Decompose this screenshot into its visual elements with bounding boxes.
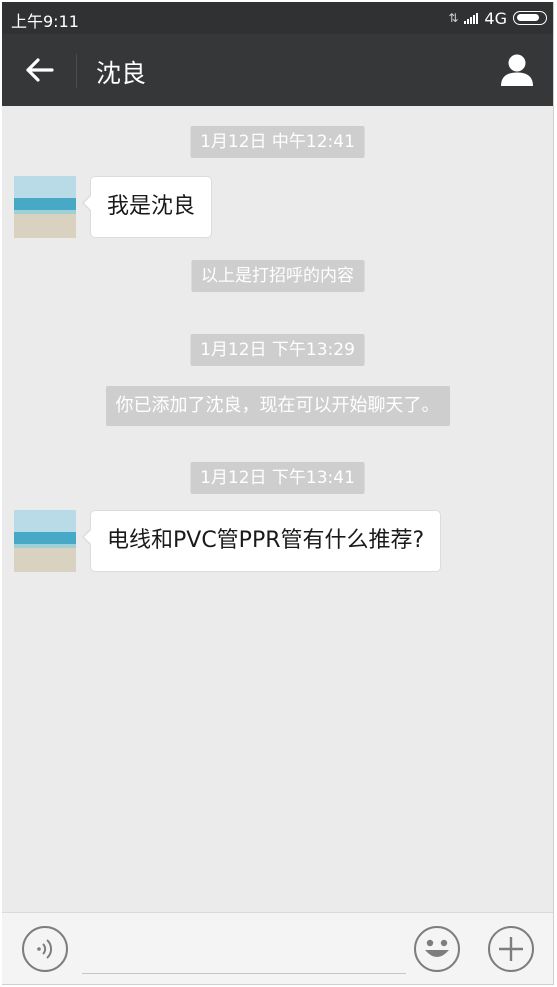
more-button[interactable] <box>488 926 534 972</box>
plus-icon <box>499 937 523 961</box>
status-indicators: ⇅ 4G <box>448 8 547 28</box>
message-input[interactable] <box>82 927 406 974</box>
timestamp-pill: 1月12日 下午13:29 <box>190 334 365 366</box>
battery-icon <box>513 11 547 25</box>
voice-icon <box>37 939 53 959</box>
avatar[interactable] <box>14 176 76 238</box>
profile-button[interactable] <box>497 50 537 90</box>
timestamp-pill: 1月12日 下午13:41 <box>190 462 365 494</box>
status-bar: 上午9:11 ⇅ 4G <box>2 2 553 34</box>
emoji-button[interactable] <box>414 926 460 972</box>
smiley-icon <box>425 939 449 957</box>
back-arrow-icon <box>26 58 54 82</box>
signal-icon <box>464 12 479 24</box>
system-notice: 你已添加了沈良，现在可以开始聊天了。 <box>105 386 450 426</box>
back-button[interactable] <box>18 48 62 92</box>
input-bar <box>2 912 553 984</box>
beach-avatar-image <box>14 176 76 238</box>
network-type: 4G <box>484 8 507 28</box>
status-time: 上午9:11 <box>11 12 79 31</box>
page-title: 沈良 <box>96 59 147 88</box>
message-bubble[interactable]: 电线和PVC管PPR管有什么推荐? <box>81 510 442 572</box>
message-bubble[interactable]: 我是沈良 <box>81 176 213 238</box>
avatar[interactable] <box>14 510 76 572</box>
timestamp-pill: 1月12日 中午12:41 <box>190 126 365 158</box>
system-notice: 以上是打招呼的内容 <box>191 260 364 292</box>
person-icon <box>501 54 533 86</box>
header-divider <box>76 54 77 88</box>
message-list[interactable]: 1月12日 中午12:41 我是沈良 以上是打招呼的内容 1月12日 下午13:… <box>2 106 553 912</box>
beach-avatar-image <box>14 510 76 572</box>
chat-screen: 上午9:11 ⇅ 4G 沈良 1月12日 中午12:41 我是沈良 以上是打招呼… <box>2 2 554 985</box>
data-transfer-icon: ⇅ <box>448 11 459 25</box>
chat-header: 沈良 <box>2 34 553 106</box>
voice-button[interactable] <box>22 926 68 972</box>
